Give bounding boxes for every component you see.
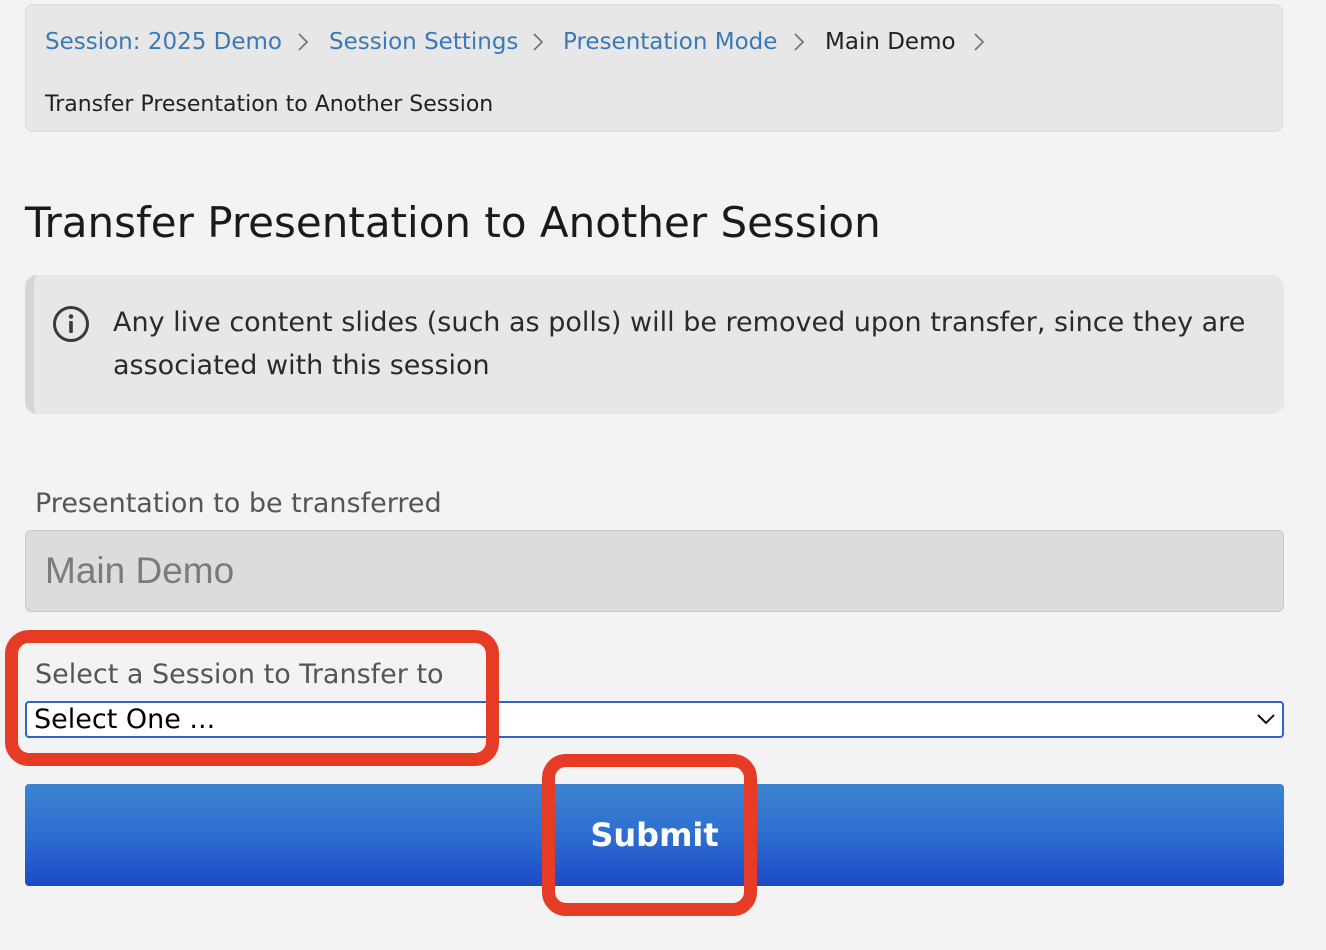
chevron-right-icon: [794, 33, 805, 51]
chevron-down-icon: [1257, 714, 1275, 725]
session-select-label: Select a Session to Transfer to: [35, 659, 444, 690]
chevron-right-icon: [298, 33, 309, 51]
session-select-value: Select One ...: [34, 704, 216, 735]
breadcrumb-link-session[interactable]: Session: 2025 Demo: [45, 27, 282, 57]
highlight-annotation-select: [5, 630, 499, 766]
breadcrumb-item-main-demo: Main Demo: [825, 29, 956, 55]
breadcrumb-item-current: Transfer Presentation to Another Session: [45, 92, 494, 117]
callout-message: Any live content slides (such as polls) …: [113, 307, 1246, 381]
presentation-label: Presentation to be transferred: [35, 488, 442, 519]
submit-button[interactable]: Submit: [25, 784, 1284, 886]
info-callout: Any live content slides (such as polls) …: [25, 275, 1284, 414]
chevron-right-icon: [974, 33, 985, 51]
presentation-field[interactable]: [25, 530, 1284, 612]
breadcrumb-link-presentation-mode[interactable]: Presentation Mode: [563, 27, 777, 57]
breadcrumb: Session: 2025 Demo Session Settings Pres…: [25, 4, 1283, 132]
session-select[interactable]: Select One ...: [25, 701, 1284, 738]
page-title: Transfer Presentation to Another Session: [25, 198, 881, 247]
breadcrumb-link-session-settings[interactable]: Session Settings: [329, 27, 518, 57]
chevron-right-icon: [533, 33, 544, 51]
info-icon: [53, 306, 89, 342]
